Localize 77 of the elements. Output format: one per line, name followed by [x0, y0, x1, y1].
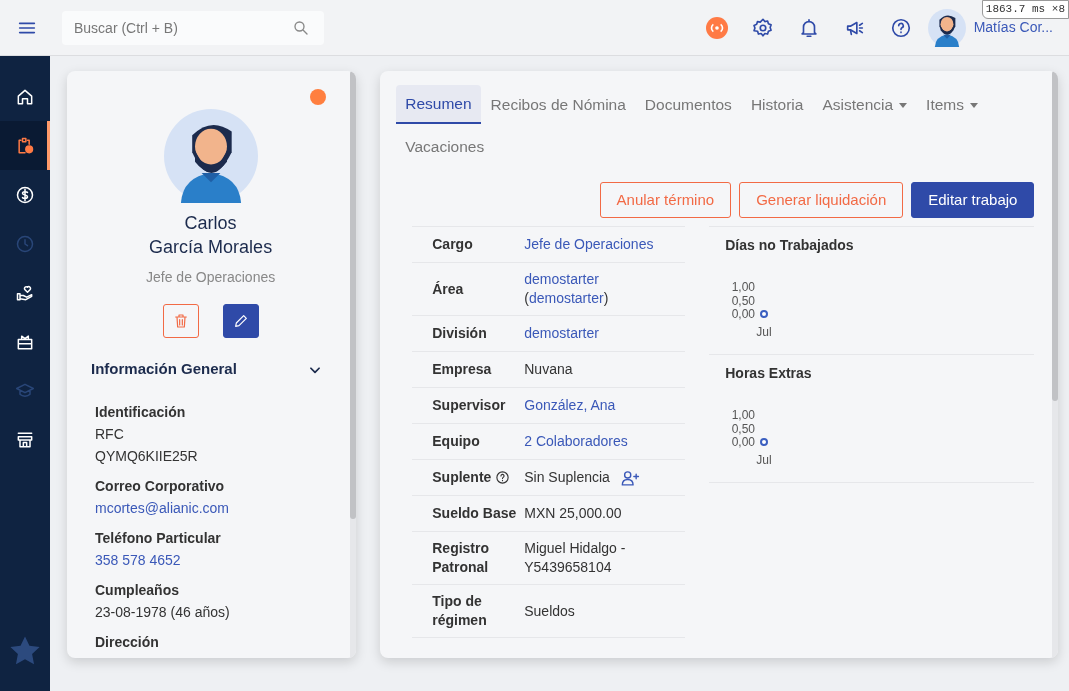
- delete-button[interactable]: [162, 304, 199, 338]
- user-name[interactable]: Matías Cor...: [973, 17, 1053, 38]
- detail-value: (: [524, 289, 529, 308]
- field-link[interactable]: 358 578 4652: [95, 550, 331, 570]
- chart-title: Horas Extras: [725, 364, 813, 383]
- detail-label: Área: [432, 279, 464, 299]
- detail-link[interactable]: demostarter: [524, 324, 599, 343]
- data-point: [760, 438, 769, 446]
- detail-link[interactable]: demostarter: [524, 270, 599, 289]
- detail-value: Miguel Hidalgo -: [524, 539, 626, 558]
- field-link[interactable]: mcortes@alianic.com: [95, 498, 331, 518]
- axis-category-label: Jul: [756, 325, 772, 339]
- tab[interactable]: Items: [917, 85, 987, 125]
- field-value: QYMQ6KIIE25R: [95, 446, 199, 466]
- tab[interactable]: Recibos de Nómina: [481, 85, 635, 125]
- axis-tick-label: 0,00: [731, 307, 756, 321]
- field-label: Cumpleaños: [95, 580, 180, 600]
- detail-value: ): [603, 289, 609, 308]
- detail-label: División: [432, 324, 487, 343]
- tab[interactable]: Resumen: [396, 85, 481, 125]
- trash-icon: [172, 313, 189, 329]
- field-label: Teléfono Particular: [95, 528, 222, 548]
- add-person-icon[interactable]: [619, 468, 640, 487]
- section-title: Información General: [91, 359, 237, 379]
- edit-button[interactable]: [222, 304, 259, 338]
- detail-label: Tipo de régimen: [432, 592, 488, 630]
- performance-overlay: 1863.7 ms ×8: [981, 0, 1069, 19]
- pencil-icon: [232, 313, 249, 329]
- detail-value: Sin Suplencia: [524, 468, 610, 487]
- search-field[interactable]: Buscar (Ctrl + B): [62, 10, 324, 45]
- detail-label: Supervisor: [432, 396, 506, 415]
- detail-label: Sueldo Base: [432, 504, 517, 523]
- scrollbar[interactable]: [1052, 71, 1058, 658]
- sidebar-item[interactable]: [0, 121, 50, 170]
- detail-value: Y5439658104: [524, 558, 612, 577]
- detail-value: Nuvana: [524, 360, 573, 379]
- help-icon[interactable]: [889, 16, 912, 39]
- user-avatar: [927, 8, 966, 47]
- detail-label: Empresa: [432, 360, 492, 379]
- detail-label: Cargo: [432, 235, 473, 254]
- axis-tick-label: 0,50: [731, 293, 756, 308]
- help-icon[interactable]: [495, 470, 511, 485]
- live-icon[interactable]: [705, 16, 728, 39]
- tab[interactable]: Documentos: [635, 85, 741, 125]
- last-names: García Morales: [149, 236, 273, 259]
- scrollbar[interactable]: [350, 71, 357, 658]
- detail-label: Registro Patronal: [432, 539, 491, 577]
- detail-link[interactable]: Jefe de Operaciones: [524, 235, 654, 254]
- detail-link[interactable]: González, Ana: [524, 396, 616, 415]
- field-label: Correo Corporativo: [95, 476, 226, 496]
- field-label: Identificación: [95, 402, 187, 422]
- detail-label: Equipo: [432, 432, 480, 451]
- action-button[interactable]: Editar trabajo: [911, 181, 1035, 218]
- tab[interactable]: Vacaciones: [396, 128, 494, 166]
- detail-value: Sueldos: [524, 601, 575, 621]
- field-label: Dirección: [95, 632, 160, 652]
- field-value: 23-08-1978 (46 años): [95, 602, 231, 622]
- search-icon[interactable]: [292, 18, 310, 37]
- section-header[interactable]: Información General: [91, 358, 331, 381]
- data-point: [760, 310, 769, 318]
- settings-icon[interactable]: [751, 16, 774, 39]
- tab[interactable]: Historia: [741, 85, 813, 125]
- star-icon[interactable]: [8, 635, 42, 667]
- axis-tick-label: 1,00: [731, 280, 756, 294]
- detail-value: MXN 25,000.00: [524, 504, 622, 523]
- field-value: RFC: [95, 424, 125, 444]
- detail-link[interactable]: 2 Colaboradores: [524, 432, 628, 451]
- first-name: Carlos: [183, 212, 238, 235]
- axis-category-label: Jul: [756, 453, 772, 467]
- detail-link[interactable]: demostarter: [528, 289, 604, 308]
- axis-tick-label: 0,00: [731, 435, 756, 449]
- axis-tick-label: 1,00: [731, 408, 756, 422]
- detail-label: Suplente: [432, 468, 492, 487]
- chart-title: Días no Trabajados: [725, 236, 855, 255]
- tab[interactable]: Asistencia: [813, 85, 917, 125]
- axis-tick-label: 0,50: [731, 421, 756, 436]
- job-title: Jefe de Operaciones: [146, 268, 276, 287]
